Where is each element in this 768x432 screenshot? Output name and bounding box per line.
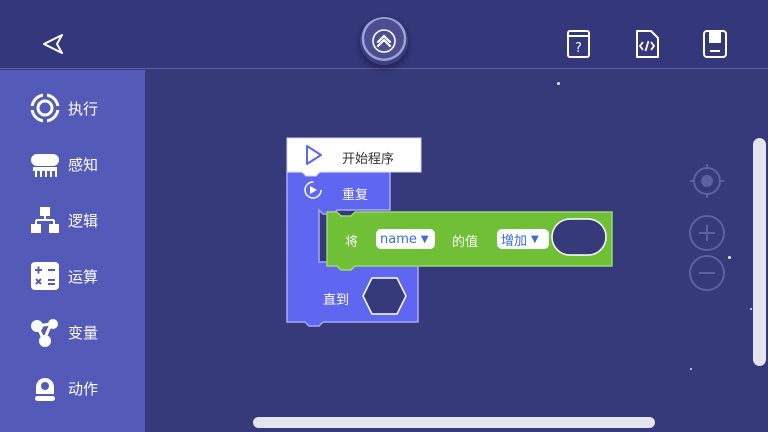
- zoom-out-button[interactable]: [688, 254, 726, 296]
- condition-slot[interactable]: [362, 277, 407, 315]
- until-label: 直到: [323, 293, 350, 308]
- vertical-scrollbar[interactable]: [753, 138, 766, 366]
- plus-icon: [689, 215, 725, 251]
- start-block-label: 开始程序: [342, 152, 395, 167]
- value-of-label: 的值: [452, 235, 479, 250]
- zoom-in-button[interactable]: [688, 214, 726, 256]
- variable-dropdown-value: name: [380, 231, 417, 247]
- variable-dropdown[interactable]: name ▼: [376, 229, 435, 249]
- minus-icon: [689, 255, 725, 291]
- operation-dropdown-value: 增加: [501, 233, 528, 249]
- chevron-down-icon: ▼: [420, 233, 429, 245]
- value-input-slot: [551, 218, 607, 256]
- repeat-block-label: 重复: [342, 188, 369, 203]
- target-icon: [690, 164, 724, 198]
- set-prefix-label: 将: [345, 235, 359, 250]
- chevron-down-icon: ▼: [531, 233, 539, 245]
- recenter-button[interactable]: [688, 162, 726, 204]
- operation-dropdown[interactable]: 增加 ▼: [497, 229, 549, 249]
- horizontal-scrollbar[interactable]: [253, 417, 655, 428]
- block-canvas: [286, 137, 613, 327]
